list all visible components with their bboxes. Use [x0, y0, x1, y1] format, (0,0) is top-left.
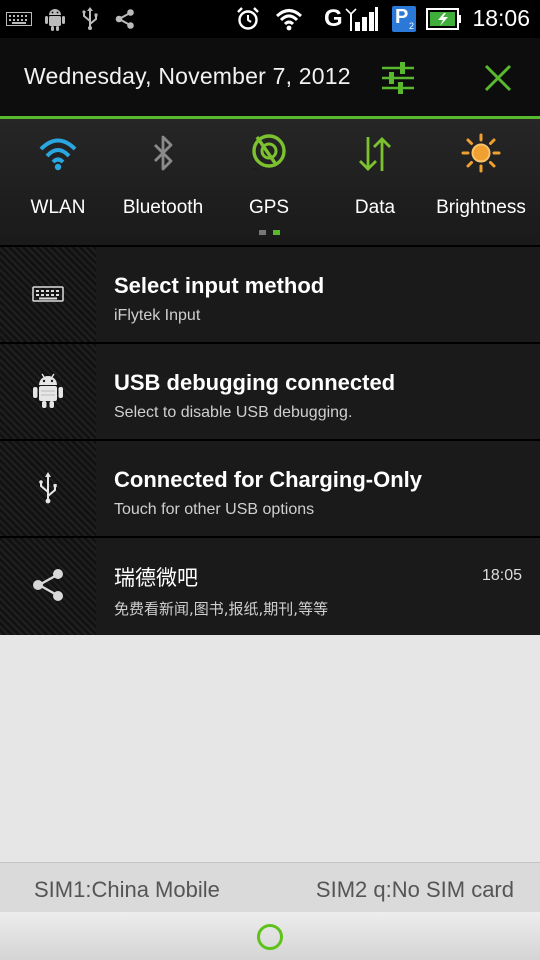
toggle-data[interactable]: Data	[322, 119, 428, 229]
notification-title: 瑞德微吧	[114, 566, 198, 590]
usb-icon	[80, 6, 100, 32]
page-indicator-dot	[259, 230, 266, 235]
battery-charging-icon	[426, 6, 462, 32]
notification-subtitle: iFlytek Input	[114, 307, 201, 324]
toggle-wlan[interactable]: WLAN	[5, 119, 111, 229]
close-button[interactable]	[478, 58, 518, 98]
network-type-label: G	[324, 5, 343, 32]
notification-usb-debugging[interactable]: USB debugging connected Select to disabl…	[0, 344, 540, 439]
toggle-brightness[interactable]: Brightness	[428, 119, 534, 229]
date-label: Wednesday, November 7, 2012	[24, 63, 351, 89]
wifi-icon	[39, 138, 77, 171]
notification-usb-charging[interactable]: Connected for Charging-Only Touch for ot…	[0, 441, 540, 536]
android-icon	[33, 373, 63, 408]
notification-icon-cell	[0, 441, 96, 536]
share-icon	[33, 569, 63, 601]
alarm-icon	[235, 6, 261, 32]
notification-input-method[interactable]: Select input method iFlytek Input	[0, 247, 540, 342]
carrier-bar: SIM1:China Mobile SIM2 q:No SIM card	[0, 862, 540, 913]
notification-subtitle: 免费看新闻,图书,报纸,期刊,等等	[114, 600, 329, 618]
keyboard-icon	[32, 286, 64, 302]
usb-icon	[39, 472, 57, 504]
data-arrows-icon	[359, 137, 391, 171]
notification-icon-cell	[0, 344, 96, 439]
notification-title: Select input method	[114, 273, 325, 298]
drag-handle[interactable]	[0, 912, 540, 960]
settings-sliders-icon	[382, 62, 414, 94]
handle-ring-icon	[257, 924, 283, 950]
toggle-label: GPS	[248, 197, 290, 218]
settings-button[interactable]	[378, 58, 418, 98]
notification-icon-cell	[0, 538, 96, 635]
notification-time: 18:05	[481, 567, 522, 584]
toggle-label: WLAN	[30, 197, 86, 218]
android-icon	[44, 6, 66, 32]
brightness-icon	[461, 133, 501, 173]
notification-subtitle: Select to disable USB debugging.	[114, 404, 353, 421]
notification-title: USB debugging connected	[114, 370, 396, 395]
toggle-label: Data	[354, 197, 396, 218]
bluetooth-icon	[154, 135, 173, 171]
signal-icon: G	[324, 6, 379, 32]
page-indicator-dot-active	[273, 230, 280, 235]
close-icon	[484, 64, 512, 92]
status-time: 18:06	[472, 5, 530, 31]
share-icon	[114, 6, 136, 32]
notification-icon-cell	[0, 247, 96, 342]
sim2-icon: P 2	[392, 6, 416, 32]
toggle-bluetooth[interactable]: Bluetooth	[110, 119, 216, 229]
sim2-carrier-label: SIM2 q:No SIM card	[315, 877, 514, 902]
keyboard-icon	[6, 6, 32, 32]
sim2-letter: P	[395, 6, 409, 28]
notification-subtitle: Touch for other USB options	[114, 501, 315, 518]
toggle-gps[interactable]: GPS	[216, 119, 322, 229]
status-bar: G P 2 18:06	[0, 0, 540, 38]
quick-settings-panel: WLAN Bluetooth GPS Data Brightness	[0, 119, 540, 245]
toggle-label: Bluetooth	[122, 197, 204, 218]
notification-title: Connected for Charging-Only	[114, 467, 422, 492]
wifi-icon	[275, 6, 303, 32]
notification-share-app[interactable]: 瑞德微吧 免费看新闻,图书,报纸,期刊,等等 18:05	[0, 538, 540, 635]
empty-area	[0, 635, 540, 862]
toggle-label: Brightness	[436, 197, 526, 218]
sim1-carrier-label: SIM1:China Mobile	[34, 877, 220, 902]
gps-icon	[252, 134, 286, 170]
notification-header: Wednesday, November 7, 2012	[0, 38, 540, 116]
